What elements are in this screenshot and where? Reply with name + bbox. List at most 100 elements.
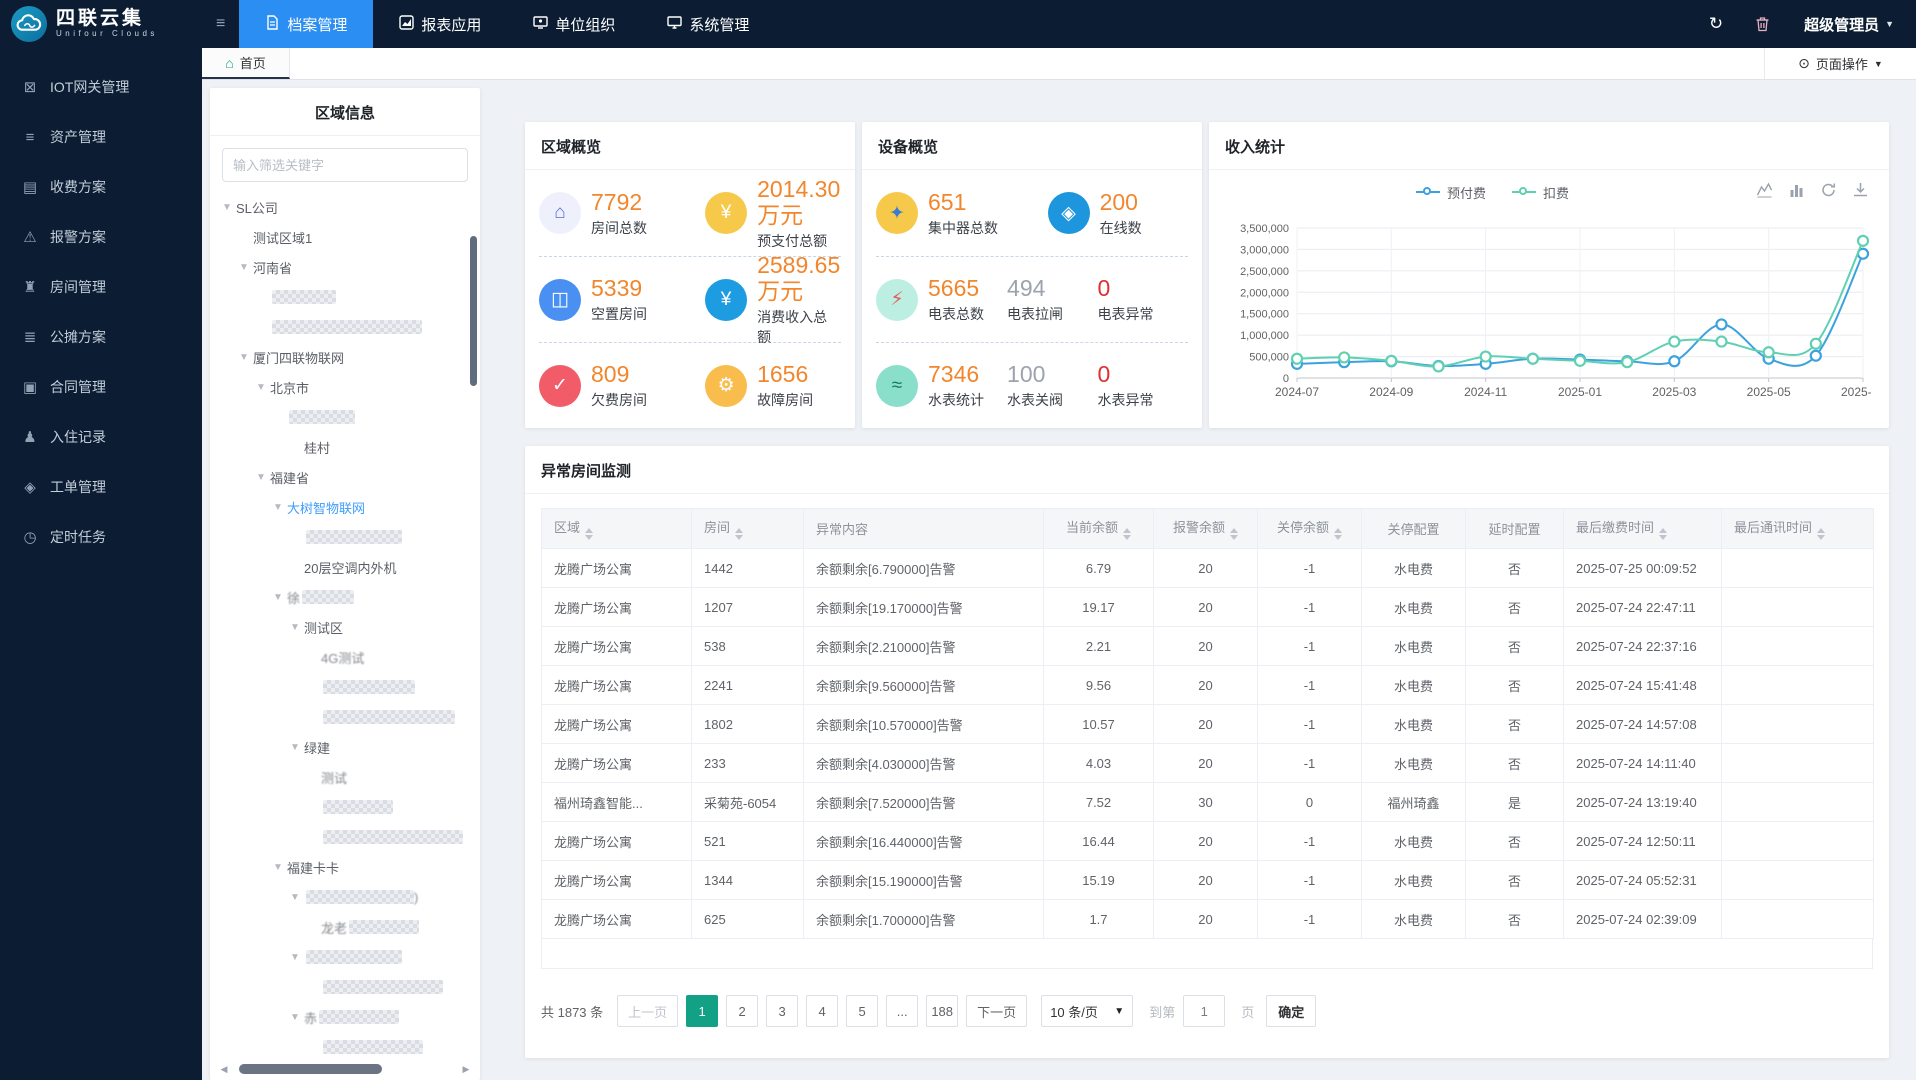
sort-icon[interactable] (1334, 528, 1342, 540)
tree-node[interactable]: ▼) (210, 882, 480, 912)
column-header-当前余额[interactable]: 当前余额 (1043, 508, 1154, 549)
column-header-最后通讯时间[interactable]: 最后通讯时间 (1721, 508, 1874, 549)
page-size-select[interactable]: 10 条/页 ▼ (1041, 995, 1134, 1027)
page-button-2[interactable]: 2 (726, 995, 759, 1027)
page-button-3[interactable]: 3 (766, 995, 799, 1027)
tree-node[interactable]: ▼ 徐 (210, 582, 480, 612)
user-menu[interactable]: 超级管理员 ▼ (1786, 14, 1916, 35)
trash-icon[interactable] (1739, 16, 1786, 32)
sort-asc-icon[interactable] (1659, 528, 1668, 533)
tree-node[interactable] (210, 312, 480, 342)
tree-node[interactable] (210, 1032, 480, 1062)
sort-desc-icon[interactable] (1334, 535, 1342, 540)
table-row[interactable]: 龙腾广场公寓 1207 余额剩余[19.170000]告警 19.17 20 -1 水电费否… (541, 587, 1874, 627)
tree-node[interactable]: ▼ 大树智物联网 (210, 492, 480, 522)
page-button-1[interactable]: 1 (686, 995, 719, 1027)
tab-home[interactable]: ⌂ 首页 (202, 48, 290, 79)
prev-page-button[interactable]: 上一页 (617, 995, 679, 1027)
top-menu-档案管理[interactable]: 档案管理 (239, 0, 374, 48)
scrollbar-thumb[interactable] (239, 1064, 382, 1074)
tree-node[interactable]: ▼ 北京市 (210, 372, 480, 402)
column-header-区域[interactable]: 区域 (541, 508, 692, 549)
next-page-button[interactable]: 下一页 (966, 995, 1028, 1027)
table-row[interactable]: 龙腾广场公寓 1802 余额剩余[10.570000]告警 10.57 20 -1 水电费否… (541, 704, 1874, 744)
sort-icon[interactable] (1230, 528, 1238, 540)
tree-node[interactable] (210, 282, 480, 312)
sort-asc-icon[interactable] (1230, 528, 1238, 533)
sort-icon[interactable] (735, 528, 744, 540)
column-header-房间[interactable]: 房间 (691, 508, 804, 549)
tree-node[interactable] (210, 792, 480, 822)
sidebar-collapse-icon[interactable]: ≡ (202, 15, 239, 33)
top-menu-单位组织[interactable]: 单位组织 (507, 0, 641, 48)
confirm-button[interactable]: 确定 (1266, 995, 1317, 1027)
tree-node[interactable]: 测试区域1 (210, 222, 480, 252)
tree-node[interactable]: ▼ 绿建 (210, 732, 480, 762)
page-actions-button[interactable]: ⊙ 页面操作 ▼ (1764, 48, 1916, 79)
tree-node[interactable]: ▼ 福建省 (210, 462, 480, 492)
bar-chart-toggle-icon[interactable] (1788, 182, 1805, 203)
download-icon[interactable] (1852, 182, 1869, 203)
scroll-left-icon[interactable]: ◀ (218, 1064, 230, 1075)
tree-node[interactable]: ▼ 福建卡卡 (210, 852, 480, 882)
tree-node[interactable]: ▼ 测试区 (210, 612, 480, 642)
sidebar-item-收费方案[interactable]: ▤ 收费方案 (0, 162, 202, 212)
sidebar-item-工单管理[interactable]: ◈ 工单管理 (0, 462, 202, 512)
sidebar-item-IOT网关管理[interactable]: ⊠ IOT网关管理 (0, 62, 202, 112)
tree-vertical-scrollbar[interactable] (470, 236, 477, 386)
tree-node[interactable]: ▼ 厦门四联物联网 (210, 342, 480, 372)
tree-node[interactable]: ▼ SL公司 (210, 192, 480, 222)
sort-asc-icon[interactable] (1123, 528, 1131, 533)
tree-horizontal-scrollbar[interactable]: ◀ ▶ (218, 1062, 472, 1076)
page-button-188[interactable]: 188 (926, 995, 959, 1027)
tree-node[interactable]: 4G测试 (210, 642, 480, 672)
sort-desc-icon[interactable] (1230, 535, 1238, 540)
sidebar-item-定时任务[interactable]: ◷ 定时任务 (0, 512, 202, 562)
sort-icon[interactable] (1817, 528, 1826, 540)
sort-icon[interactable] (1123, 528, 1131, 540)
table-row[interactable]: 龙腾广场公寓 2241 余额剩余[9.560000]告警 9.56 20 -1 水电费否 20… (541, 665, 1874, 705)
tree-node[interactable]: 20层空调内外机 (210, 552, 480, 582)
column-header-报警余额[interactable]: 报警余额 (1153, 508, 1258, 549)
tree-node[interactable]: ▼ 河南省 (210, 252, 480, 282)
table-row[interactable]: 龙腾广场公寓 521 余额剩余[16.440000]告警 16.44 20 -1 水电费否 2… (541, 821, 1874, 861)
tree-node[interactable]: 测试 (210, 762, 480, 792)
legend-item-扣费[interactable]: 扣费 (1512, 183, 1569, 202)
tree-search-input[interactable] (222, 148, 468, 182)
page-button-...[interactable]: ... (886, 995, 919, 1027)
legend-item-预付费[interactable]: 预付费 (1415, 183, 1486, 202)
sort-icon[interactable] (1659, 528, 1668, 540)
chart-refresh-icon[interactable] (1820, 182, 1837, 203)
sidebar-item-入住记录[interactable]: ♟ 入住记录 (0, 412, 202, 462)
tree-node[interactable] (210, 402, 480, 432)
sidebar-item-报警方案[interactable]: ⚠ 报警方案 (0, 212, 202, 262)
sort-asc-icon[interactable] (585, 528, 594, 533)
table-row[interactable]: 龙腾广场公寓 625 余额剩余[1.700000]告警 1.7 20 -1 水电费否 2025… (541, 899, 1874, 939)
sort-desc-icon[interactable] (1817, 535, 1826, 540)
table-row[interactable]: 龙腾广场公寓 1344 余额剩余[15.190000]告警 15.19 20 -1 水电费否… (541, 860, 1874, 900)
tree-node[interactable]: 桂村 (210, 432, 480, 462)
sort-desc-icon[interactable] (735, 535, 744, 540)
column-header-最后缴费时间[interactable]: 最后缴费时间 (1563, 508, 1722, 549)
sort-desc-icon[interactable] (585, 535, 594, 540)
table-row[interactable]: 龙腾广场公寓 538 余额剩余[2.210000]告警 2.21 20 -1 水电费否 202… (541, 626, 1874, 666)
table-row[interactable]: 龙腾广场公寓 1442 余额剩余[6.790000]告警 6.79 20 -1 水电费否 20… (541, 548, 1874, 588)
sort-desc-icon[interactable] (1123, 535, 1131, 540)
page-button-4[interactable]: 4 (806, 995, 839, 1027)
tree-node[interactable] (210, 702, 480, 732)
tree-node[interactable] (210, 972, 480, 1002)
top-menu-系统管理[interactable]: 系统管理 (641, 0, 775, 48)
sort-desc-icon[interactable] (1659, 535, 1668, 540)
goto-page-input[interactable] (1183, 995, 1226, 1027)
tree-node[interactable]: ▼ (210, 942, 480, 972)
table-row[interactable]: 龙腾广场公寓 233 余额剩余[4.030000]告警 4.03 20 -1 水电费否 202… (541, 743, 1874, 783)
scroll-right-icon[interactable]: ▶ (460, 1064, 472, 1075)
page-button-5[interactable]: 5 (846, 995, 879, 1027)
tree-node[interactable] (210, 672, 480, 702)
sort-asc-icon[interactable] (735, 528, 744, 533)
sort-asc-icon[interactable] (1334, 528, 1342, 533)
tree-node[interactable] (210, 522, 480, 552)
top-menu-报表应用[interactable]: 报表应用 (373, 0, 507, 48)
sort-icon[interactable] (585, 528, 594, 540)
line-chart-toggle-icon[interactable] (1756, 182, 1773, 203)
